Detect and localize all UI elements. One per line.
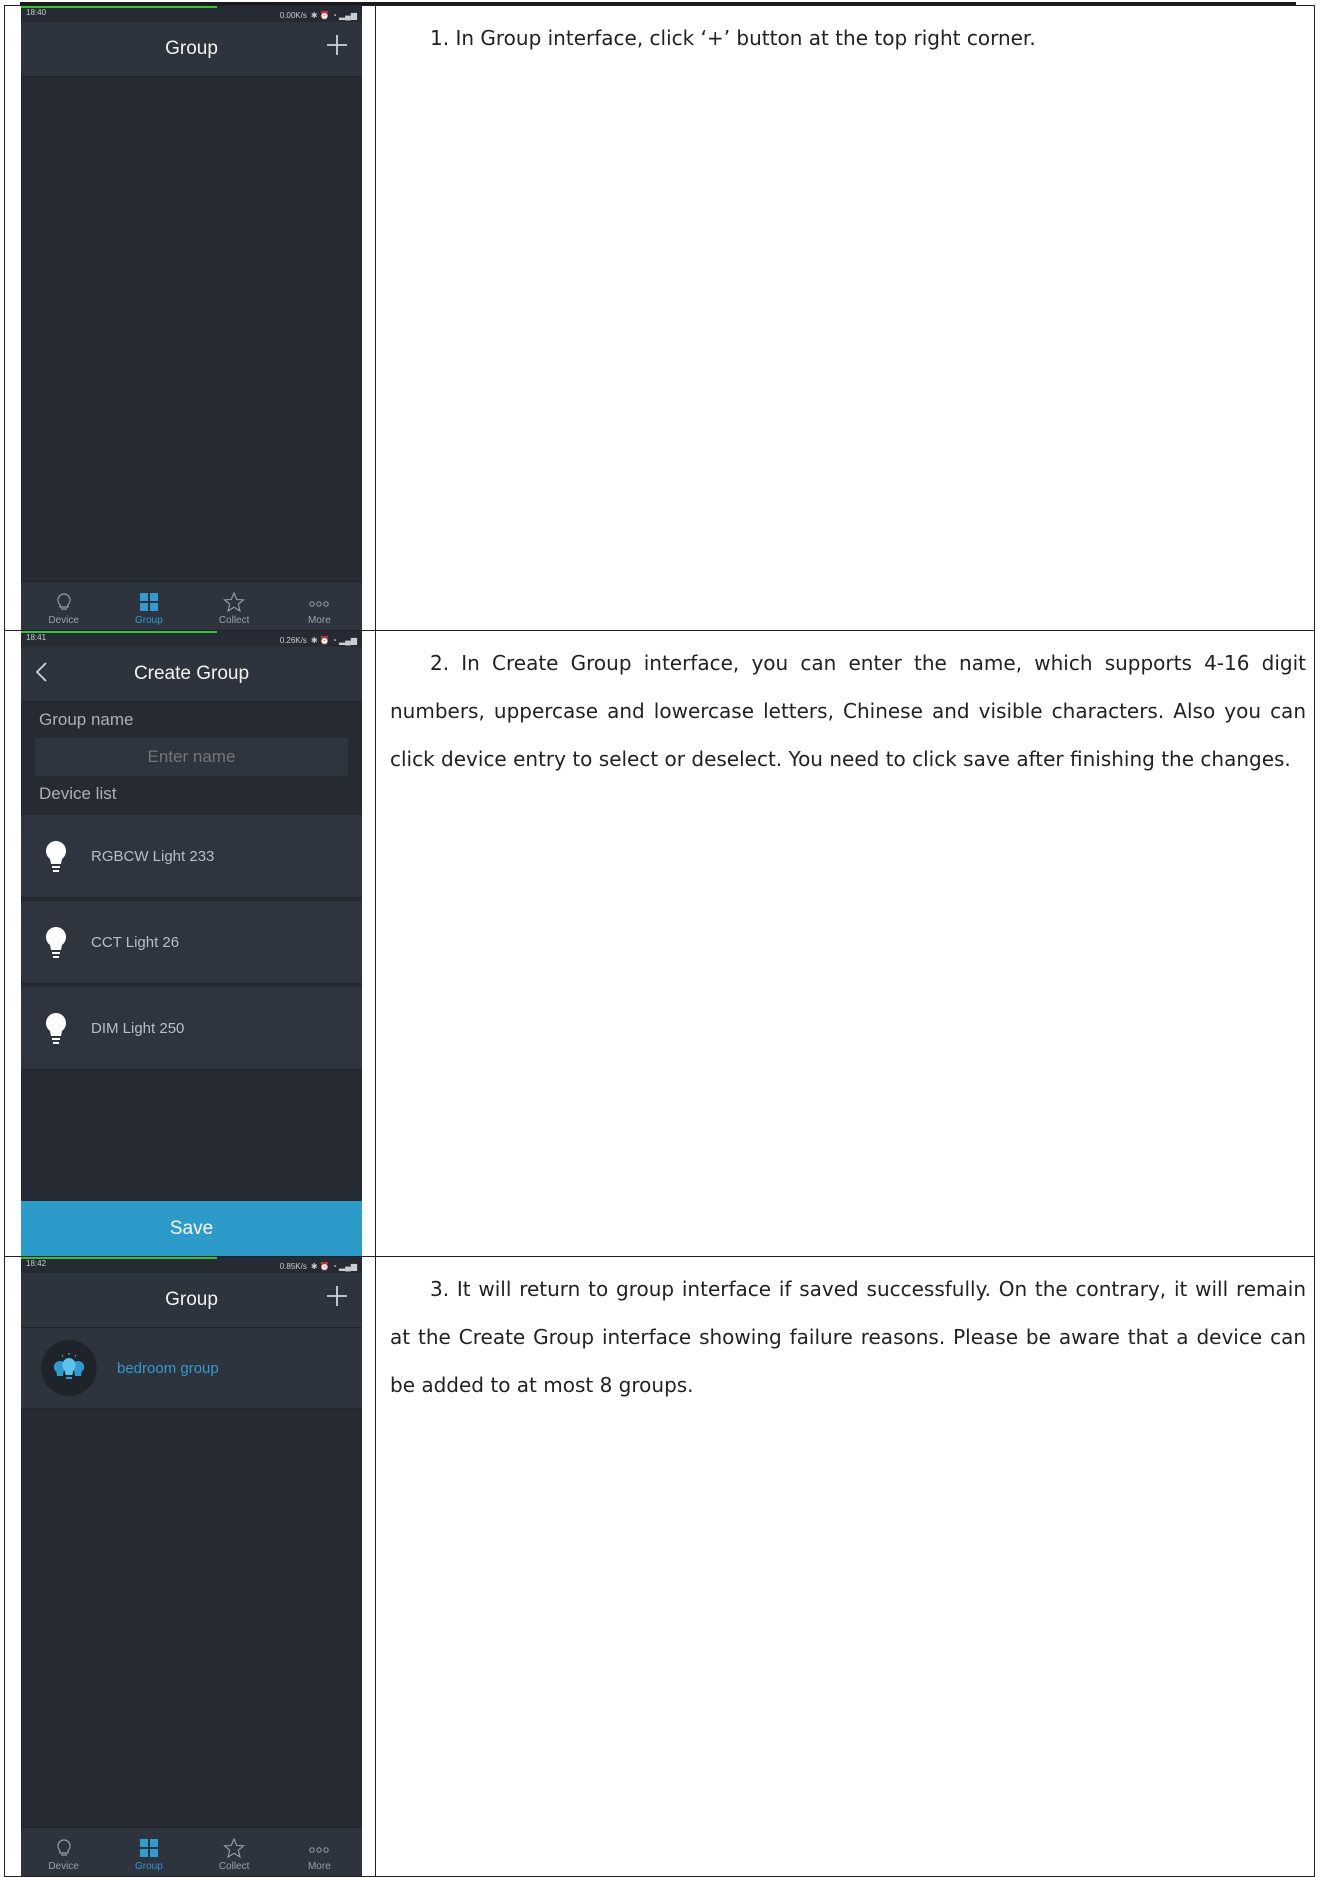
tab-device[interactable]: Device [21,1828,106,1876]
device-list-item[interactable]: RGBCW Light 233 [21,815,362,898]
step-row-2: 18:41 0.26K/s ✱ ⏰ ◔ ▂▄▆ Create Group Grou… [4,630,1315,1257]
screenshot-cell: 18:42 0.85K/s ✱ ⏰ ◔ ▂▄▆ Group bedroom gro… [4,1256,376,1877]
description-cell: 1. In Group interface, click ‘+’ button … [375,5,1315,631]
step-row-1: 18:40 0.00K/s ✱ ⏰ ◔ ▂▄▆ Group Device Gro… [4,5,1315,631]
title-bar: Group [21,22,362,77]
device-name: DIM Light 250 [91,1019,185,1037]
bulb-outline-icon [57,593,71,610]
page-title: Group [165,38,218,59]
status-icons: ✱ ⏰ ◔ ▂▄▆ [310,10,357,20]
tab-more[interactable]: More [277,582,362,630]
tab-label: Device [48,1861,79,1872]
more-dots-icon [309,1847,330,1853]
bulb-outline-icon [57,1839,71,1856]
star-icon [223,1838,246,1858]
status-icons: ✱ ⏰ ◔ ▂▄▆ [310,1261,357,1271]
step-2-text: 2. In Create Group interface, you can en… [390,651,1306,771]
step-row-3: 18:42 0.85K/s ✱ ⏰ ◔ ▂▄▆ Group bedroom gro… [4,1256,1315,1877]
status-netspeed: 0.00K/s [279,10,307,20]
group-name-label: Group name [39,710,134,729]
title-bar: Create Group [21,647,362,702]
step-1-text: 1. In Group interface, click ‘+’ button … [430,26,1036,50]
tab-label: More [307,615,331,626]
status-bar: 18:40 0.00K/s ✱ ⏰ ◔ ▂▄▆ [21,6,362,22]
steps-table: 18:40 0.00K/s ✱ ⏰ ◔ ▂▄▆ Group Device Gro… [4,5,1315,1877]
bulb-icon [46,927,66,958]
step-3-text: 3. It will return to group interface if … [390,1277,1306,1397]
phone-screen-group-result: 18:42 0.85K/s ✱ ⏰ ◔ ▂▄▆ Group bedroom gro… [21,1257,362,1876]
device-name: CCT Light 26 [91,933,180,951]
tab-label: More [307,1861,331,1872]
load-progress-line [21,6,217,8]
load-progress-line [21,1257,217,1259]
group-bulbs-icon [41,1340,97,1396]
star-icon [223,592,246,612]
device-name: RGBCW Light 233 [91,847,215,865]
tab-label: Device [48,615,79,626]
status-netspeed: 0.85K/s [279,1261,307,1271]
tab-label: Collect [218,615,250,626]
save-button[interactable]: Save [21,1201,362,1256]
bottom-tab-bar: Device Group Collect More [21,1827,362,1876]
phone-screen-create-group: 18:41 0.26K/s ✱ ⏰ ◔ ▂▄▆ Create Group Grou… [21,631,362,1256]
device-list-label: Device list [39,784,117,803]
tab-collect[interactable]: Collect [192,582,277,630]
tab-label: Group [134,1861,163,1872]
tab-label: Group [134,615,163,626]
tab-collect[interactable]: Collect [192,1828,277,1876]
load-progress-line [21,631,217,633]
title-bar: Group [21,1273,362,1328]
status-netspeed: 0.26K/s [279,635,307,645]
tab-group[interactable]: Group [106,582,191,630]
device-list-item[interactable]: CCT Light 26 [21,901,362,984]
grid-icon [139,593,158,611]
description-cell: 2. In Create Group interface, you can en… [375,630,1315,1257]
bottom-tab-bar: Device Group Collect More [21,581,362,630]
bulb-icon [46,1013,66,1044]
group-name-input[interactable] [35,738,348,776]
add-group-plus-icon[interactable] [322,1281,352,1311]
device-list-item[interactable]: DIM Light 250 [21,987,362,1070]
status-bar: 18:41 0.26K/s ✱ ⏰ ◔ ▂▄▆ [21,631,362,647]
tab-group[interactable]: Group [106,1828,191,1876]
grid-icon [139,1839,158,1857]
page-title: Create Group [133,663,250,684]
bulb-icon [46,841,66,872]
status-time: 18:42 [26,1259,47,1268]
screenshot-cell: 18:41 0.26K/s ✱ ⏰ ◔ ▂▄▆ Create Group Grou… [4,630,376,1257]
group-name: bedroom group [117,1359,219,1377]
description-cell: 3. It will return to group interface if … [375,1256,1315,1877]
add-group-plus-icon[interactable] [322,30,352,60]
status-time: 18:40 [26,8,47,17]
phone-screen-group: 18:40 0.00K/s ✱ ⏰ ◔ ▂▄▆ Group Device Gro… [21,6,362,630]
page-title: Group [165,1289,218,1310]
screenshot-cell: 18:40 0.00K/s ✱ ⏰ ◔ ▂▄▆ Group Device Gro… [4,5,376,631]
group-list-item[interactable]: bedroom group [21,1328,362,1409]
tab-more[interactable]: More [277,1828,362,1876]
status-icons: ✱ ⏰ ◔ ▂▄▆ [310,635,357,645]
status-time: 18:41 [26,633,47,642]
status-bar: 18:42 0.85K/s ✱ ⏰ ◔ ▂▄▆ [21,1257,362,1273]
tab-label: Collect [218,1861,250,1872]
more-dots-icon [309,601,330,607]
tab-device[interactable]: Device [21,582,106,630]
